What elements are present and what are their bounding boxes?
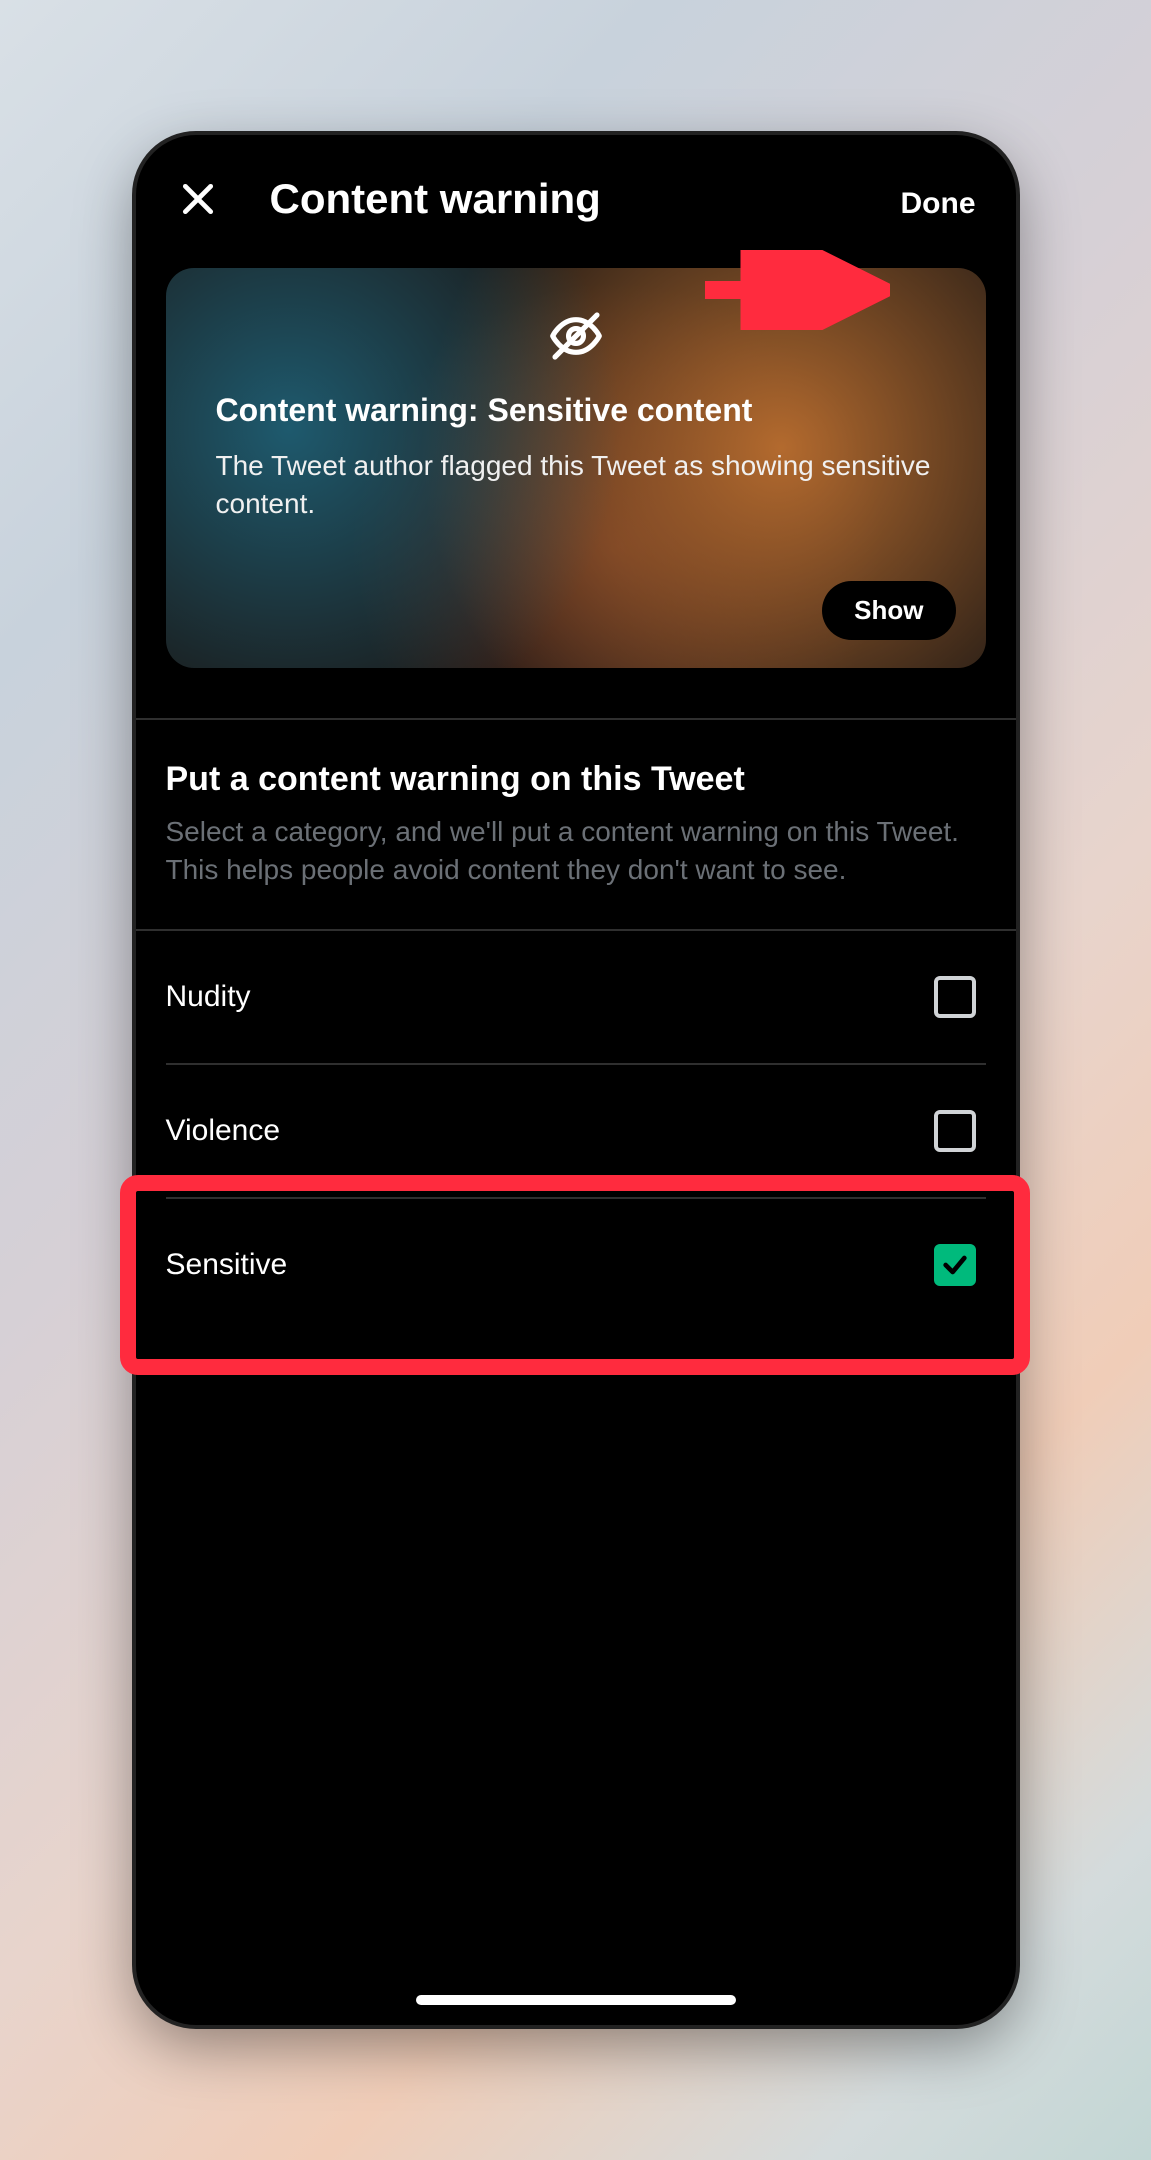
close-icon[interactable] <box>176 177 220 221</box>
checkbox-checked-icon[interactable] <box>934 1244 976 1286</box>
phone-frame: Content warning Done Content warning: Se… <box>136 135 1016 2025</box>
show-button[interactable]: Show <box>822 581 955 640</box>
section-heading: Put a content warning on this Tweet <box>166 760 986 799</box>
option-row-nudity[interactable]: Nudity <box>136 931 1016 1063</box>
option-label: Nudity <box>166 980 251 1014</box>
page-title: Content warning <box>270 175 601 223</box>
checkbox-icon[interactable] <box>934 976 976 1018</box>
done-button[interactable]: Done <box>901 187 976 221</box>
option-row-sensitive[interactable]: Sensitive <box>136 1199 1016 1331</box>
preview-body: The Tweet author flagged this Tweet as s… <box>216 447 936 523</box>
section-body: Select a category, and we'll put a conte… <box>166 813 986 889</box>
content-warning-preview: Content warning: Sensitive content The T… <box>166 268 986 668</box>
home-indicator <box>416 1995 736 2005</box>
instructions-section: Put a content warning on this Tweet Sele… <box>136 720 1016 919</box>
option-row-violence[interactable]: Violence <box>136 1065 1016 1197</box>
option-label: Sensitive <box>166 1248 288 1282</box>
header-bar: Content warning Done <box>136 135 1016 243</box>
checkbox-icon[interactable] <box>934 1110 976 1152</box>
preview-heading: Content warning: Sensitive content <box>216 392 936 429</box>
eye-off-icon <box>216 308 936 364</box>
option-label: Violence <box>166 1114 281 1148</box>
